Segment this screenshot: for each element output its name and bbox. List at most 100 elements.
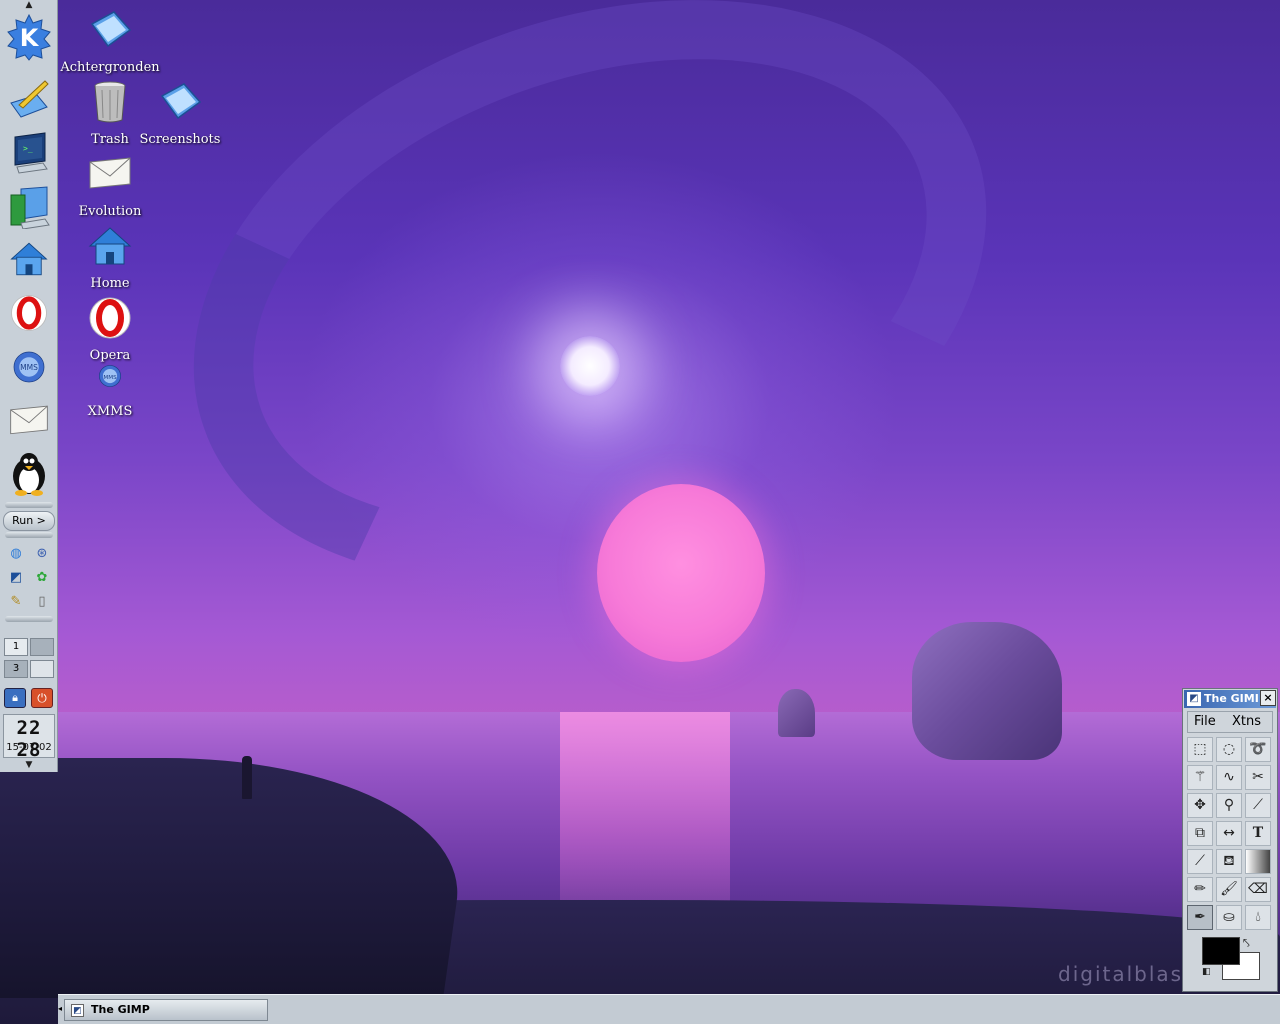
launcher-file-manager[interactable] bbox=[4, 182, 54, 232]
taskbar: ◂ ◩ The GIMP bbox=[58, 994, 1280, 1024]
move-icon[interactable]: ✥ bbox=[1187, 793, 1213, 818]
desktop-icon-label: Evolution bbox=[78, 204, 142, 219]
home-icon bbox=[10, 242, 48, 276]
pager-desktop-3[interactable]: 3 bbox=[4, 660, 28, 678]
desktop-icon-screenshots[interactable]: Screenshots bbox=[130, 78, 230, 147]
document-icon[interactable]: ▯ bbox=[31, 591, 53, 611]
opera-icon bbox=[89, 297, 131, 339]
run-button[interactable]: Run > bbox=[3, 511, 55, 531]
panel-separator bbox=[5, 616, 53, 622]
konqueror-icon[interactable]: ⊛ bbox=[31, 543, 53, 563]
pager-desktop-4[interactable] bbox=[30, 660, 54, 678]
globe-icon[interactable]: ◍ bbox=[5, 543, 27, 563]
panel-hide-up-arrow[interactable]: ▲ bbox=[0, 0, 58, 10]
reset-colors-icon[interactable]: ◧ bbox=[1202, 966, 1214, 978]
taskbar-item-label: The GIMP bbox=[91, 1003, 150, 1016]
desktop-icon-label: XMMS bbox=[87, 404, 133, 419]
pink-sun bbox=[597, 484, 765, 662]
desktop-icon-xmms[interactable]: MMS XMMS bbox=[60, 364, 160, 419]
bezier-select-icon[interactable]: ∿ bbox=[1216, 765, 1242, 790]
clone-icon[interactable]: ⛀ bbox=[1216, 905, 1242, 930]
svg-text:MMS: MMS bbox=[20, 363, 38, 372]
gimp-icon[interactable]: ◩ bbox=[5, 567, 27, 587]
launcher-editor[interactable] bbox=[4, 74, 54, 124]
convolve-icon[interactable]: 💧︎ bbox=[1245, 905, 1271, 930]
small-rock bbox=[778, 689, 815, 737]
desktop-icon-label: Opera bbox=[89, 348, 131, 363]
magnify-icon[interactable]: ⚲ bbox=[1216, 793, 1242, 818]
white-sun bbox=[560, 336, 620, 396]
desktop-icon-opera[interactable]: Opera bbox=[60, 294, 160, 363]
desktop-icon-home[interactable]: Home bbox=[60, 222, 160, 291]
desktop-icon-evolution[interactable]: Evolution bbox=[60, 150, 160, 219]
transform-icon[interactable]: ⧉ bbox=[1187, 821, 1213, 846]
flip-icon[interactable]: ↔ bbox=[1216, 821, 1242, 846]
folder-blue-icon bbox=[90, 11, 132, 48]
panel-hide-down-arrow[interactable]: ▼ bbox=[0, 760, 58, 770]
intelligent-scissors-icon[interactable]: ✂ bbox=[1245, 765, 1271, 790]
home-icon bbox=[88, 227, 132, 265]
gear-green-icon[interactable]: ✿ bbox=[31, 567, 53, 587]
svg-text:MMS: MMS bbox=[103, 375, 117, 381]
wizard-figure bbox=[242, 756, 252, 799]
gimp-title-text: The GIMI bbox=[1204, 692, 1259, 705]
menu-file[interactable]: File bbox=[1194, 712, 1216, 732]
launcher-opera[interactable] bbox=[4, 288, 54, 338]
text-icon[interactable]: T bbox=[1245, 821, 1271, 846]
gimp-icon: ◩ bbox=[71, 1004, 84, 1017]
mail-icon bbox=[10, 405, 48, 435]
xmms-icon: MMS bbox=[13, 351, 45, 383]
panel-separator bbox=[5, 532, 53, 538]
kicker-panel: ▲ K >_ MMS Run > ◍ ⊛ ◩ ✿ ✎ ▯ 1 3 🔒︎ ⏻ 22… bbox=[0, 0, 58, 772]
ellipse-select-icon[interactable]: ◌ bbox=[1216, 737, 1242, 762]
pencil-icon[interactable]: ✏ bbox=[1187, 877, 1213, 902]
launcher-terminal[interactable]: >_ bbox=[4, 128, 54, 178]
pencil-icon[interactable]: ✎ bbox=[5, 591, 27, 611]
launcher-mail[interactable] bbox=[4, 394, 54, 444]
kde-menu-button[interactable]: K bbox=[4, 12, 54, 62]
bucket-fill-icon[interactable]: ⛾ bbox=[1216, 849, 1242, 874]
clock-date: 15-07-02 bbox=[6, 742, 52, 753]
foreground-color-swatch[interactable] bbox=[1202, 937, 1240, 965]
desktop-icon-achtergronden[interactable]: Achtergronden bbox=[60, 6, 160, 75]
paintbrush-icon[interactable]: 🖌︎ bbox=[1216, 877, 1242, 902]
panel-separator bbox=[5, 502, 53, 508]
envelope-icon bbox=[89, 157, 131, 189]
menu-xtns[interactable]: Xtns bbox=[1232, 712, 1261, 732]
color-picker-icon[interactable]: ⟋ bbox=[1187, 849, 1213, 874]
gimp-menubar: File Xtns bbox=[1187, 711, 1273, 733]
clock-time: 22 28 bbox=[16, 717, 42, 761]
airbrush-icon[interactable]: ✒ bbox=[1187, 905, 1213, 930]
pager-desktop-2[interactable] bbox=[30, 638, 54, 656]
eraser-icon[interactable]: ⌫ bbox=[1245, 877, 1271, 902]
desktop-icon-label: Screenshots bbox=[139, 132, 221, 147]
swap-colors-icon[interactable]: ⤣ bbox=[1243, 936, 1259, 952]
folder-blue-icon bbox=[160, 83, 202, 120]
launcher-tux[interactable] bbox=[4, 448, 54, 498]
gradient-icon[interactable] bbox=[1245, 849, 1271, 874]
desktop-background[interactable]: digitalblasph Achtergronden Trash Screen… bbox=[0, 0, 1280, 1024]
kde-menu-icon: K bbox=[7, 13, 51, 61]
tux-icon bbox=[13, 453, 45, 496]
close-button[interactable]: × bbox=[1260, 690, 1276, 706]
crop-icon[interactable]: ⟋ bbox=[1245, 793, 1271, 818]
gimp-icon: ◩ bbox=[1187, 692, 1201, 706]
magic-wand-icon[interactable]: ⚚ bbox=[1187, 765, 1213, 790]
lasso-icon[interactable]: ➰ bbox=[1245, 737, 1271, 762]
rect-select-icon[interactable]: ⬚ bbox=[1187, 737, 1213, 762]
terminal-icon: >_ bbox=[14, 132, 48, 174]
taskbar-item-gimp[interactable]: ◩ The GIMP bbox=[64, 999, 268, 1021]
trash-icon bbox=[94, 81, 126, 123]
clock[interactable]: 22 28 15-07-02 bbox=[3, 714, 55, 761]
xmms-icon: MMS bbox=[99, 365, 121, 388]
editor-icon bbox=[10, 80, 49, 118]
file-manager-icon bbox=[10, 186, 50, 229]
large-rock bbox=[912, 622, 1062, 760]
desktop-icon-label: Home bbox=[90, 276, 130, 291]
lock-icon[interactable]: 🔒︎ bbox=[4, 688, 26, 708]
pager-desktop-1[interactable]: 1 bbox=[4, 638, 28, 656]
launcher-xmms[interactable]: MMS bbox=[4, 342, 54, 392]
logout-icon[interactable]: ⏻ bbox=[31, 688, 53, 708]
desktop-icon-label: Achtergronden bbox=[60, 60, 160, 75]
launcher-home[interactable] bbox=[4, 234, 54, 284]
